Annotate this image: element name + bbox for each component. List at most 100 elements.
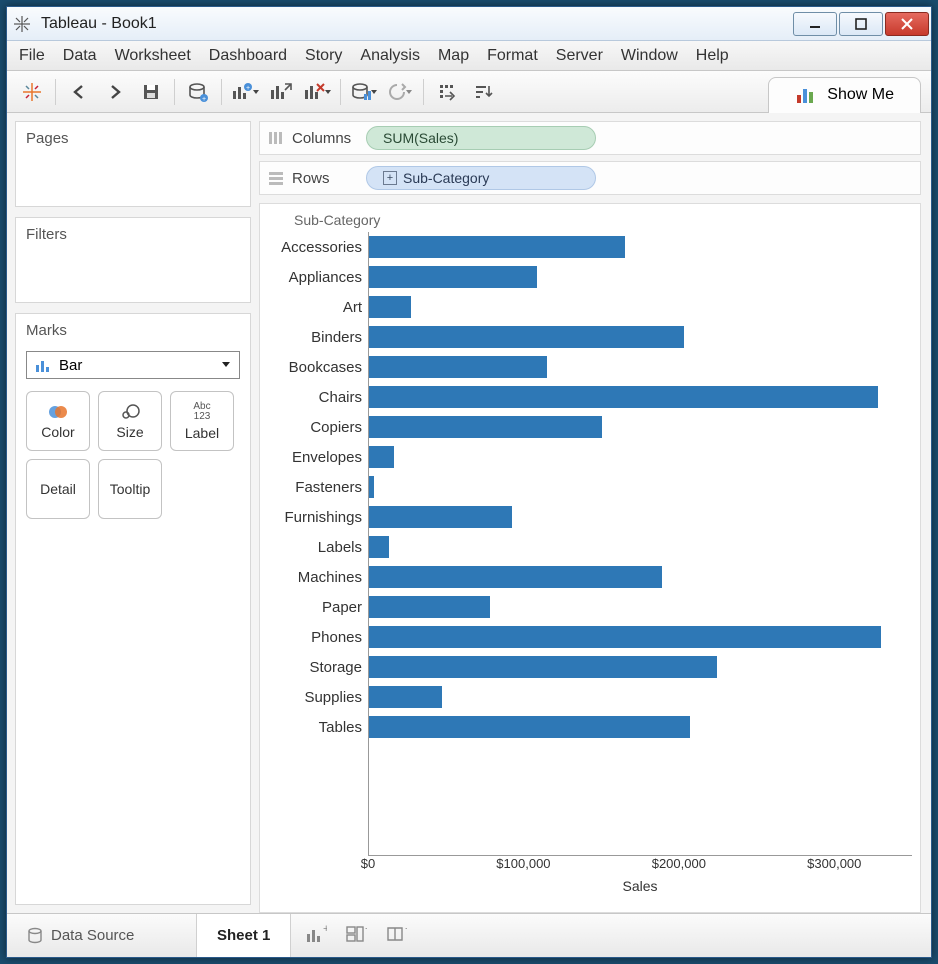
bar-row — [369, 562, 912, 592]
menu-analysis[interactable]: Analysis — [360, 47, 420, 65]
bar-row — [369, 622, 912, 652]
y-label: Copiers — [268, 412, 368, 442]
rows-icon — [268, 171, 284, 185]
bar[interactable] — [369, 656, 717, 678]
bar[interactable] — [369, 686, 442, 708]
chart-x-title: Sales — [368, 878, 912, 894]
marks-size-button[interactable]: Size — [98, 391, 162, 451]
marks-detail-button[interactable]: Detail — [26, 459, 90, 519]
y-label: Furnishings — [268, 502, 368, 532]
mark-type-label: Bar — [59, 357, 82, 374]
menu-window[interactable]: Window — [621, 47, 678, 65]
refresh-button[interactable] — [385, 77, 415, 107]
sheet-tabs-bar: Data Source Sheet 1 + + + — [7, 913, 931, 957]
bar[interactable] — [369, 506, 512, 528]
bar[interactable] — [369, 296, 411, 318]
marks-label-button[interactable]: Abc123 Label — [170, 391, 234, 451]
bar[interactable] — [369, 386, 878, 408]
new-worksheet-tab[interactable]: + — [305, 924, 327, 947]
tableau-logo-icon[interactable] — [17, 77, 47, 107]
menu-map[interactable]: Map — [438, 47, 469, 65]
new-data-source-button[interactable]: + — [183, 77, 213, 107]
bar[interactable] — [369, 326, 684, 348]
columns-shelf[interactable]: Columns SUM(Sales) — [259, 121, 921, 155]
rows-shelf[interactable]: Rows + Sub-Category — [259, 161, 921, 195]
new-dashboard-tab[interactable]: + — [345, 924, 367, 947]
bar-row — [369, 712, 912, 742]
menu-server[interactable]: Server — [556, 47, 603, 65]
bar[interactable] — [369, 626, 881, 648]
show-me-button[interactable]: Show Me — [768, 77, 921, 113]
bar-row — [369, 382, 912, 412]
bar[interactable] — [369, 446, 394, 468]
menu-data[interactable]: Data — [63, 47, 97, 65]
data-source-tab[interactable]: Data Source — [7, 914, 197, 957]
pages-shelf[interactable]: Pages — [15, 121, 251, 207]
rows-pill[interactable]: + Sub-Category — [366, 166, 596, 190]
bar[interactable] — [369, 266, 537, 288]
menu-file[interactable]: File — [19, 47, 45, 65]
forward-button[interactable] — [100, 77, 130, 107]
show-me-icon — [795, 85, 817, 105]
menu-bar: File Data Worksheet Dashboard Story Analysis M… — [7, 41, 931, 71]
chart-y-labels: AccessoriesAppliancesArtBindersBookcases… — [268, 232, 368, 856]
mark-type-dropdown[interactable]: Bar — [26, 351, 240, 379]
bar-row — [369, 652, 912, 682]
bar[interactable] — [369, 536, 389, 558]
menu-story[interactable]: Story — [305, 47, 342, 65]
bar[interactable] — [369, 356, 547, 378]
menu-help[interactable]: Help — [696, 47, 729, 65]
bar[interactable] — [369, 566, 662, 588]
y-label: Bookcases — [268, 352, 368, 382]
filters-shelf[interactable]: Filters — [15, 217, 251, 303]
menu-format[interactable]: Format — [487, 47, 538, 65]
minimize-button[interactable] — [793, 12, 837, 36]
marks-tooltip-button[interactable]: Tooltip — [98, 459, 162, 519]
y-label: Paper — [268, 592, 368, 622]
bar[interactable] — [369, 416, 602, 438]
bar-row — [369, 472, 912, 502]
new-story-tab[interactable]: + — [385, 924, 407, 947]
svg-text:+: + — [202, 96, 206, 103]
bar-icon — [35, 357, 51, 373]
y-label: Supplies — [268, 682, 368, 712]
bar-row — [369, 682, 912, 712]
sheet-tab[interactable]: Sheet 1 — [197, 914, 291, 957]
y-label: Art — [268, 292, 368, 322]
sort-button[interactable] — [468, 77, 498, 107]
app-window: Tableau - Book1 FileDataWorksheetDashboa… — [6, 6, 932, 958]
datasource-icon — [27, 927, 43, 945]
duplicate-sheet-button[interactable] — [266, 77, 296, 107]
y-label: Appliances — [268, 262, 368, 292]
svg-text:+: + — [365, 924, 367, 935]
columns-icon — [268, 131, 284, 145]
bar[interactable] — [369, 476, 374, 498]
bar[interactable] — [369, 596, 490, 618]
chart-view[interactable]: Sub-Category AccessoriesAppliancesArtBin… — [259, 203, 921, 913]
new-worksheet-button[interactable]: + — [230, 77, 260, 107]
label-icon: Abc123 — [193, 402, 210, 422]
save-button[interactable] — [136, 77, 166, 107]
svg-text:+: + — [246, 85, 250, 92]
auto-update-button[interactable] — [349, 77, 379, 107]
x-tick: $0 — [361, 856, 375, 871]
bar-row — [369, 502, 912, 532]
marks-color-button[interactable]: Color — [26, 391, 90, 451]
bar-row — [369, 262, 912, 292]
bar-row — [369, 322, 912, 352]
chart-x-ticks: $0$100,000$200,000$300,000 — [368, 856, 912, 876]
menu-dashboard[interactable]: Dashboard — [209, 47, 287, 65]
back-button[interactable] — [64, 77, 94, 107]
menu-worksheet[interactable]: Worksheet — [115, 47, 191, 65]
tableau-logo-icon — [11, 13, 33, 35]
bar[interactable] — [369, 236, 625, 258]
columns-pill[interactable]: SUM(Sales) — [366, 126, 596, 150]
bar-row — [369, 532, 912, 562]
swap-rows-columns-button[interactable] — [432, 77, 462, 107]
clear-sheet-button[interactable] — [302, 77, 332, 107]
maximize-button[interactable] — [839, 12, 883, 36]
close-button[interactable] — [885, 12, 929, 36]
expand-icon[interactable]: + — [383, 171, 397, 185]
y-label: Phones — [268, 622, 368, 652]
bar[interactable] — [369, 716, 690, 738]
